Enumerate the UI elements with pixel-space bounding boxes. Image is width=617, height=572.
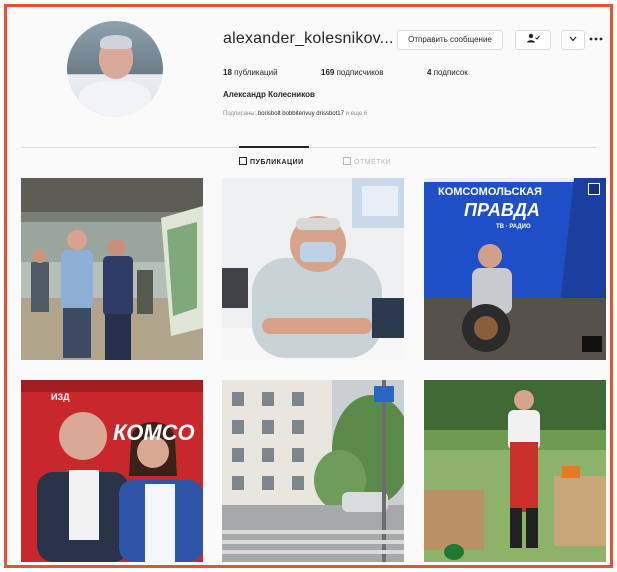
avatar-shirt (79, 81, 151, 117)
avatar[interactable] (67, 21, 163, 117)
post-photo (21, 178, 203, 360)
stat-followers[interactable]: 169 подписчиков (321, 68, 384, 77)
more-dots-icon (589, 37, 603, 41)
post-thumbnail[interactable] (222, 380, 404, 562)
followers-label: подписчиков (336, 68, 384, 77)
tab-posts[interactable]: ПУБЛИКАЦИИ (239, 157, 304, 166)
tab-posts-label: ПУБЛИКАЦИИ (250, 159, 304, 166)
active-tab-indicator (239, 146, 309, 148)
carousel-icon (588, 183, 600, 195)
tag-icon (343, 157, 351, 165)
chevron-down-icon (569, 36, 577, 42)
following-label: подписок (433, 68, 468, 77)
post-photo (424, 380, 606, 562)
stat-posts: 18 публикаций (223, 68, 278, 77)
person-check-icon (527, 33, 540, 43)
tab-tagged[interactable]: ОТМЕТКИ (343, 157, 391, 166)
followed-by-suffix: и еще 6 (345, 111, 368, 117)
banner-line3: ТВ · РАДИО (496, 224, 531, 230)
following-button[interactable] (515, 30, 551, 50)
post-banner-izd: ИЗД (51, 392, 70, 402)
followers-count: 169 (321, 68, 335, 77)
post-banner-sub: ТВ · РАДИО (496, 224, 531, 230)
profile-full-name: Александр Колесников (223, 90, 315, 99)
banner-line1: КОМСОМОЛЬСКАЯ (438, 186, 542, 198)
avatar-hair (100, 35, 132, 49)
post-banner-pravda: ПРАВДА (464, 200, 540, 221)
profile-frame: alexander_kolesnikov... Отправить сообще… (4, 4, 613, 568)
post-thumbnail[interactable] (222, 178, 404, 360)
send-message-button[interactable]: Отправить сообщение (397, 30, 503, 50)
posts-count: 18 (223, 68, 232, 77)
followed-by-prefix: Подписаны: (223, 111, 257, 117)
followed-by-names: borisbolt bobbitenvuy drissbot17 (257, 111, 344, 117)
options-button[interactable] (588, 30, 604, 48)
stat-following[interactable]: 4 подписок (427, 68, 468, 77)
profile-username: alexander_kolesnikov... (223, 30, 394, 47)
post-photo (222, 380, 404, 562)
followed-by[interactable]: Подписаны: borisbolt bobbitenvuy drissbo… (223, 111, 367, 117)
post-thumbnail[interactable] (424, 380, 606, 562)
posts-label: публикаций (234, 68, 278, 77)
post-photo (222, 178, 404, 360)
post-banner-kp: КОМСОМОЛЬСКАЯ (438, 186, 542, 198)
banner-line2: КОМСО (113, 420, 195, 445)
post-banner-komso: КОМСО (113, 420, 195, 446)
post-thumbnail[interactable]: ИЗД КОМСО (21, 380, 203, 562)
following-count: 4 (427, 68, 432, 77)
tab-tagged-label: ОТМЕТКИ (354, 159, 392, 166)
suggested-accounts-button[interactable] (561, 30, 585, 50)
post-photo (21, 380, 203, 562)
banner-line1: ИЗД (51, 392, 70, 402)
banner-line2: ПРАВДА (464, 200, 540, 220)
post-thumbnail[interactable]: КОМСОМОЛЬСКАЯ ПРАВДА ТВ · РАДИО (424, 178, 606, 360)
grid-icon (239, 157, 247, 165)
post-thumbnail[interactable] (21, 178, 203, 360)
